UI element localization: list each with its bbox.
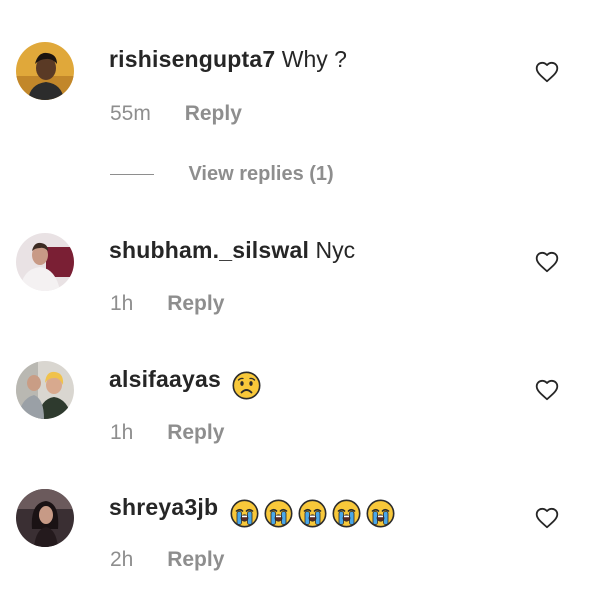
- timestamp: 1h: [110, 292, 134, 315]
- like-button[interactable]: [535, 507, 559, 529]
- username-link[interactable]: rishisengupta7: [109, 46, 275, 72]
- comment-meta: 1h Reply: [110, 291, 224, 317]
- avatar[interactable]: [16, 42, 74, 100]
- avatar[interactable]: [16, 489, 74, 547]
- avatar-icon: [16, 42, 74, 100]
- comment-text-line: shubham._silswal Nyc: [109, 235, 355, 265]
- comment-meta: 55m Reply: [110, 101, 242, 127]
- reply-button[interactable]: Reply: [167, 420, 224, 446]
- reply-button[interactable]: Reply: [167, 291, 224, 317]
- avatar-icon: [16, 489, 74, 547]
- crying-face-emoji: [366, 499, 395, 528]
- crying-face-emoji: [264, 499, 293, 528]
- heart-icon: [535, 61, 559, 83]
- like-button[interactable]: [535, 379, 559, 401]
- username-link[interactable]: alsifaayas: [109, 366, 221, 392]
- username-link[interactable]: shreya3jb: [109, 494, 218, 520]
- crying-face-emoji: [230, 499, 259, 528]
- timestamp: 2h: [110, 548, 134, 571]
- heart-icon: [535, 379, 559, 401]
- comment-text-line: shreya3jb: [109, 492, 395, 528]
- avatar-icon: [16, 233, 74, 291]
- comment-meta: 2h Reply: [110, 547, 224, 573]
- avatar[interactable]: [16, 361, 74, 419]
- username-link[interactable]: shubham._silswal: [109, 237, 309, 263]
- divider: [110, 174, 154, 175]
- comment-text-line: rishisengupta7 Why ?: [109, 44, 347, 74]
- crying-face-emoji: [332, 499, 361, 528]
- sad-face-emoji: [232, 371, 261, 400]
- comment-text-line: alsifaayas: [109, 364, 261, 400]
- comment-meta: 1h Reply: [110, 420, 224, 446]
- reply-button[interactable]: Reply: [167, 547, 224, 573]
- avatar[interactable]: [16, 233, 74, 291]
- timestamp: 1h: [110, 421, 134, 444]
- view-replies-button[interactable]: View replies (1): [188, 163, 333, 186]
- view-replies-row: View replies (1): [110, 163, 334, 191]
- reply-button[interactable]: Reply: [185, 101, 242, 127]
- like-button[interactable]: [535, 251, 559, 273]
- heart-icon: [535, 507, 559, 529]
- comment-text: Nyc: [315, 237, 356, 263]
- like-button[interactable]: [535, 61, 559, 83]
- comment-text: Why ?: [281, 46, 347, 72]
- avatar-icon: [16, 361, 74, 419]
- heart-icon: [535, 251, 559, 273]
- crying-face-emoji: [298, 499, 327, 528]
- emoji-row: [227, 369, 261, 400]
- emoji-row: [225, 497, 395, 528]
- timestamp: 55m: [110, 102, 151, 125]
